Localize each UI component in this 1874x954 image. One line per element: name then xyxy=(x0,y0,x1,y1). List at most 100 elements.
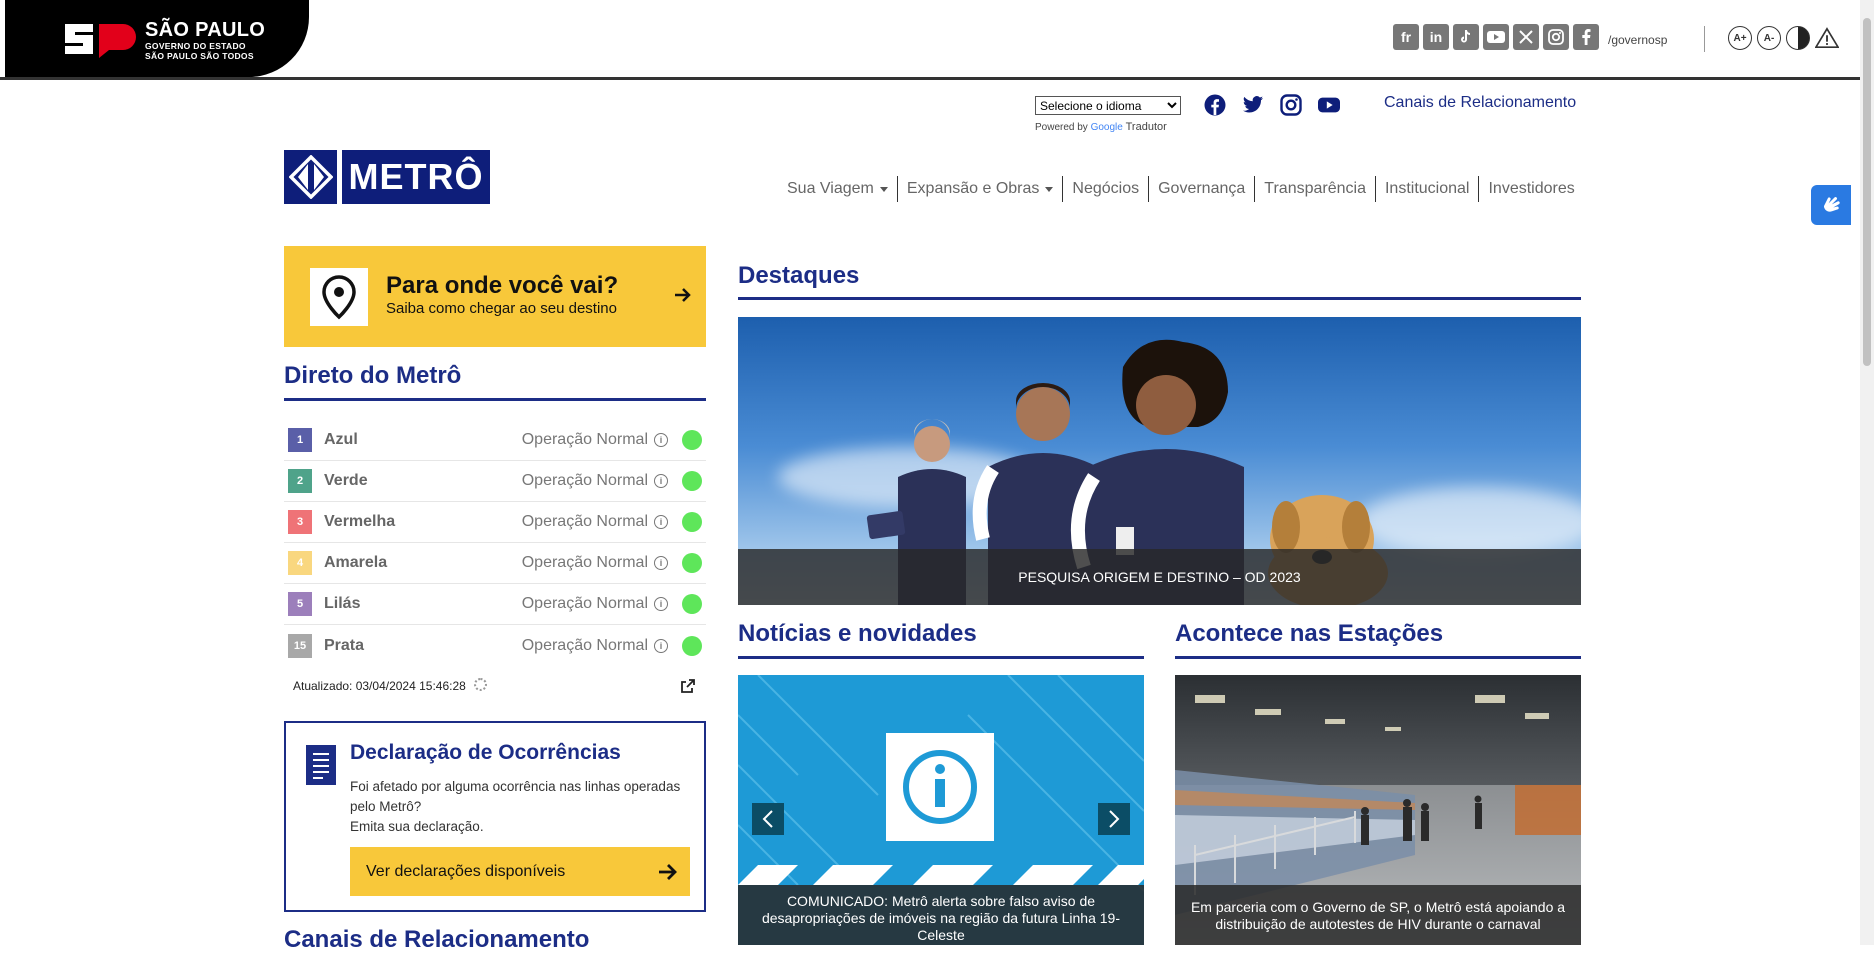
canais-relacionamento-link[interactable]: Canais de Relacionamento xyxy=(1384,94,1576,112)
nav-negocios[interactable]: Negócios xyxy=(1063,180,1148,198)
status-indicator-icon xyxy=(682,594,702,614)
acontece-title: Acontece nas Estações xyxy=(1175,620,1444,647)
government-header: SÃO PAULO GOVERNO DO ESTADO SÃO PAULO SÃ… xyxy=(0,0,1874,80)
acontece-caption: Em parceria com o Governo de SP, o Metrô… xyxy=(1175,885,1581,945)
instagram-icon[interactable] xyxy=(1543,24,1569,50)
nav-label: Institucional xyxy=(1384,180,1470,197)
section-divider xyxy=(738,656,1144,659)
youtube-icon[interactable] xyxy=(1483,24,1509,50)
section-divider xyxy=(738,297,1581,300)
facebook-icon[interactable] xyxy=(1204,94,1226,116)
alert-icon[interactable] xyxy=(1815,26,1839,50)
declaracao-instruction: Emita sua declaração. xyxy=(350,819,484,834)
metro-line-row[interactable]: 5 Lilás Operação Normal i xyxy=(284,584,706,625)
line-status-text: Operação Normal xyxy=(521,554,648,571)
metro-line-row[interactable]: 4 Amarela Operação Normal i xyxy=(284,543,706,584)
line-number-badge: 15 xyxy=(288,633,312,658)
google-label: Google xyxy=(1090,122,1123,133)
status-indicator-icon xyxy=(682,471,702,491)
button-label: Ver declarações disponíveis xyxy=(366,862,566,880)
font-increase-button[interactable]: A+ xyxy=(1728,26,1752,50)
line-status-text: Operação Normal xyxy=(521,472,648,489)
nav-transparencia[interactable]: Transparência xyxy=(1255,180,1375,198)
page-scrollbar[interactable] xyxy=(1860,0,1874,945)
line-status-text: Operação Normal xyxy=(521,513,648,530)
nav-label: Investidores xyxy=(1488,180,1575,197)
section-divider xyxy=(1175,656,1581,659)
vlibras-button[interactable] xyxy=(1811,185,1851,225)
nav-label: Governança xyxy=(1158,180,1246,197)
chevron-right-icon xyxy=(1109,810,1120,828)
info-icon[interactable]: i xyxy=(654,474,668,488)
metro-line-row[interactable]: 15 Prata Operação Normal i xyxy=(284,625,706,666)
x-icon[interactable] xyxy=(1513,24,1539,50)
nav-label: Negócios xyxy=(1072,180,1140,197)
tiktok-icon[interactable] xyxy=(1453,24,1479,50)
nav-governanca[interactable]: Governança xyxy=(1149,180,1254,198)
arrow-right-icon xyxy=(675,288,691,302)
where-subtitle: Saiba como chegar ao seu destino xyxy=(386,300,617,317)
section-divider xyxy=(284,398,706,401)
linkedin-icon[interactable]: in xyxy=(1423,24,1449,50)
para-onde-voce-vai-card[interactable]: Para onde você vai? Saiba como chegar ao… xyxy=(284,246,706,347)
translator-label[interactable]: Tradutor xyxy=(1126,121,1167,133)
metro-lines-status: 1 Azul Operação Normal i 2 Verde Operação Norm… xyxy=(284,420,706,666)
nav-investidores[interactable]: Investidores xyxy=(1479,180,1583,198)
declaracao-question: Foi afetado por alguma ocorrência nas li… xyxy=(350,779,681,814)
contrast-icon[interactable] xyxy=(1786,26,1810,50)
language-select[interactable]: Selecione o idioma xyxy=(1035,96,1181,115)
metro-line-row[interactable]: 2 Verde Operação Normal i xyxy=(284,461,706,502)
acontece-card[interactable]: Em parceria com o Governo de SP, o Metrô… xyxy=(1175,675,1581,945)
line-name: Vermelha xyxy=(324,513,396,530)
line-name: Prata xyxy=(324,636,365,654)
facebook-icon[interactable] xyxy=(1573,24,1599,50)
line-name: Lilás xyxy=(324,595,361,612)
gov-slogan: SÃO PAULO SÃO TODOS xyxy=(145,50,254,61)
metro-social-links xyxy=(1204,94,1340,116)
gov-social-links: fr in xyxy=(1393,24,1599,50)
gov-handle[interactable]: /governosp xyxy=(1608,33,1667,47)
status-indicator-icon xyxy=(682,635,702,656)
sign-language-icon xyxy=(1824,197,1840,212)
info-icon[interactable]: i xyxy=(654,597,668,611)
powered-by-google: Powered by Google Tradutor xyxy=(1035,121,1167,133)
status-indicator-icon xyxy=(682,512,702,532)
nav-expansao-obras[interactable]: Expansão e Obras xyxy=(898,180,1063,198)
powered-by-label: Powered by xyxy=(1035,122,1088,133)
ver-declaracoes-button[interactable]: Ver declarações disponíveis xyxy=(350,847,690,896)
metro-line-row[interactable]: 1 Azul Operação Normal i xyxy=(284,420,706,461)
twitter-icon[interactable] xyxy=(1242,94,1264,116)
nav-institucional[interactable]: Institucional xyxy=(1376,180,1479,198)
noticias-title: Notícias e novidades xyxy=(738,620,977,647)
carousel-next-button[interactable] xyxy=(1098,803,1130,835)
instagram-icon[interactable] xyxy=(1280,94,1302,116)
info-icon[interactable]: i xyxy=(654,638,668,653)
line-name: Azul xyxy=(324,431,358,448)
youtube-icon[interactable] xyxy=(1318,94,1340,116)
line-name: Verde xyxy=(324,472,368,489)
gov-title: SÃO PAULO xyxy=(145,19,266,41)
noticias-card[interactable]: COMUNICADO: Metrô alerta sobre falso avi… xyxy=(738,675,1144,945)
flickr-label: fr xyxy=(1400,29,1412,45)
scrollbar-thumb[interactable] xyxy=(1863,18,1871,366)
font-decrease-button[interactable]: A- xyxy=(1757,26,1781,50)
chevron-down-icon xyxy=(1045,186,1054,192)
status-indicator-icon xyxy=(682,553,702,573)
governo-sp-logo[interactable]: SÃO PAULO GOVERNO DO ESTADO SÃO PAULO SÃ… xyxy=(5,0,309,77)
metro-line-row[interactable]: 3 Vermelha Operação Normal i xyxy=(284,502,706,543)
main-navigation: Sua Viagem Expansão e Obras Negócios Gov… xyxy=(778,176,1584,202)
nav-sua-viagem[interactable]: Sua Viagem xyxy=(778,180,897,198)
document-icon xyxy=(306,745,336,785)
external-link-icon[interactable] xyxy=(680,678,696,694)
metro-logo[interactable]: METRÔ xyxy=(284,150,490,204)
flickr-icon[interactable]: fr xyxy=(1393,24,1419,50)
chevron-left-icon xyxy=(762,810,773,828)
line-status-text: Operação Normal xyxy=(521,636,648,654)
declaracao-ocorrencias-card: Declaração de Ocorrências Foi afetado po… xyxy=(284,721,706,912)
declaracao-text: Foi afetado por alguma ocorrência nas li… xyxy=(350,777,690,837)
carousel-prev-button[interactable] xyxy=(752,803,784,835)
destaques-banner[interactable]: PESQUISA ORIGEM E DESTINO – OD 2023 xyxy=(738,317,1581,605)
info-icon[interactable]: i xyxy=(654,515,668,529)
info-icon[interactable]: i xyxy=(654,556,668,570)
info-icon[interactable]: i xyxy=(654,433,668,447)
